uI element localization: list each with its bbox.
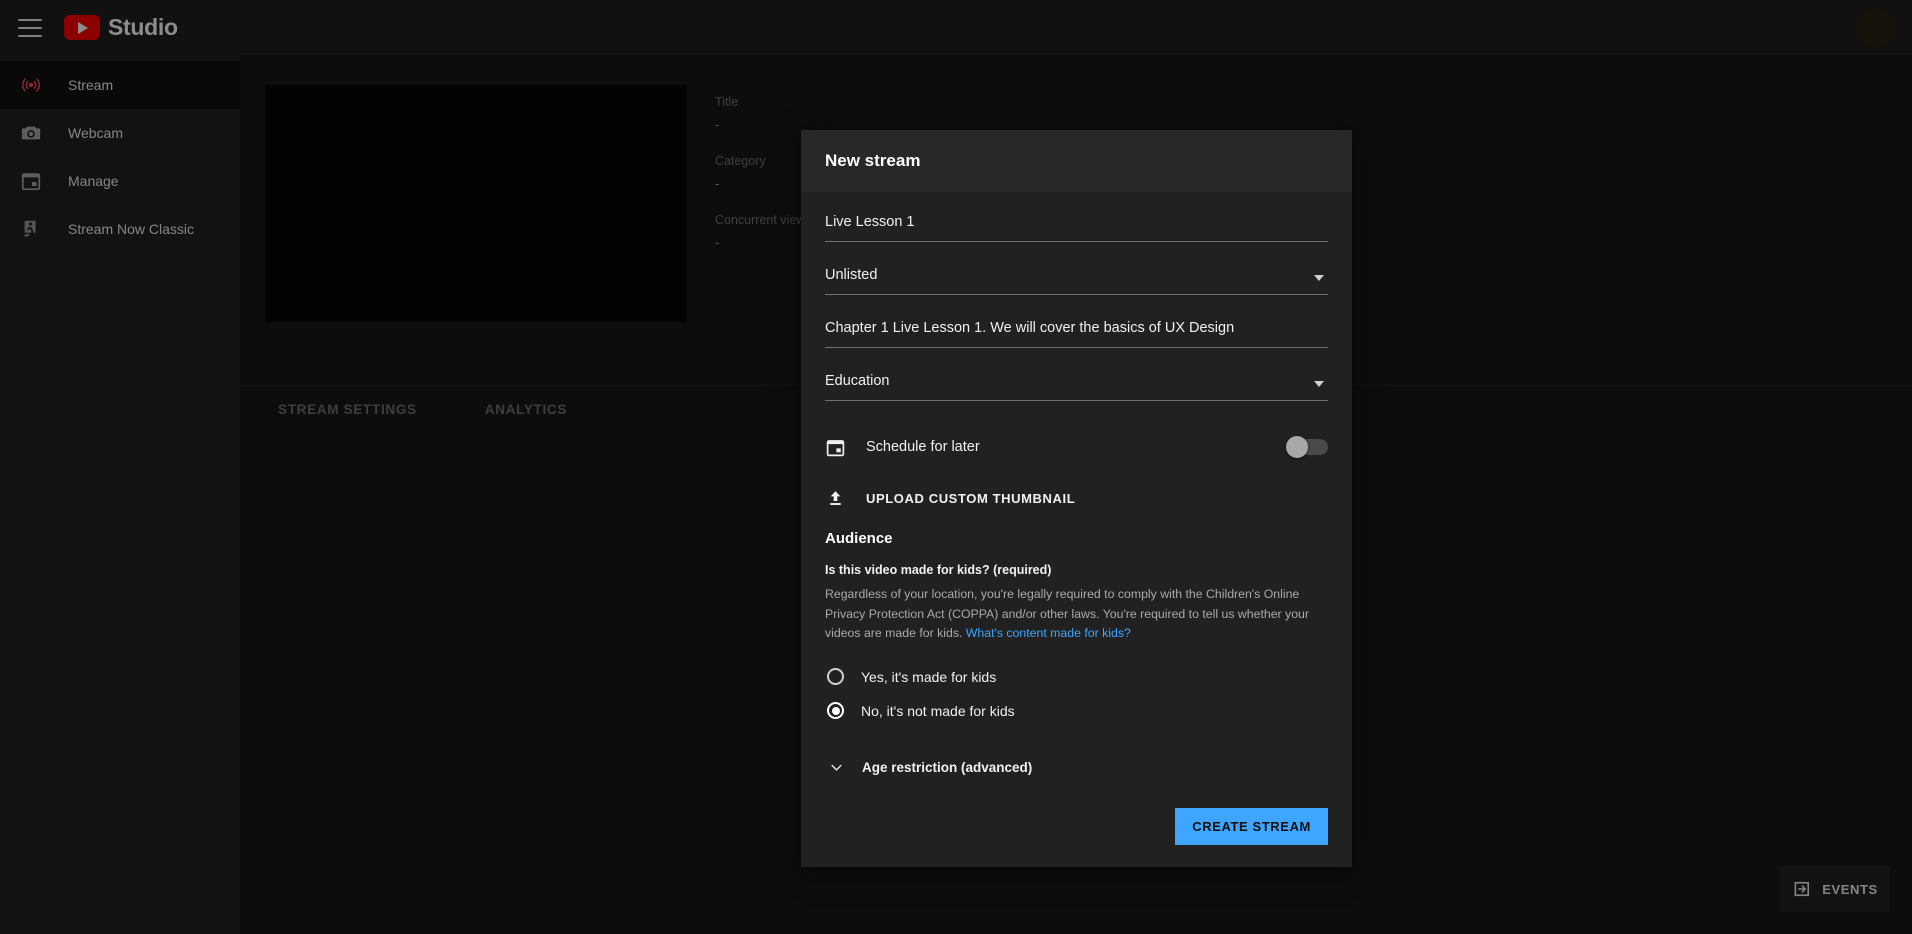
radio-made-for-kids-yes[interactable]: Yes, it's made for kids <box>825 662 1328 692</box>
content-made-for-kids-link[interactable]: What's content made for kids? <box>966 626 1131 640</box>
visibility-select-value[interactable]: Unlisted <box>825 265 1328 285</box>
upload-icon <box>825 488 846 509</box>
radio-label-no: No, it's not made for kids <box>861 702 1015 719</box>
audience-description: Regardless of your location, you're lega… <box>825 585 1328 644</box>
schedule-for-later-row[interactable]: Schedule for later <box>825 424 1328 470</box>
radio-icon-unchecked[interactable] <box>827 668 844 685</box>
create-stream-button[interactable]: CREATE STREAM <box>1175 807 1328 845</box>
category-select-value[interactable]: Education <box>825 371 1328 391</box>
audience-heading: Audience <box>825 530 893 547</box>
upload-custom-thumbnail-label: UPLOAD CUSTOM THUMBNAIL <box>866 490 1076 506</box>
age-restriction-toggle-row[interactable]: Age restriction (advanced) <box>825 746 1328 790</box>
dialog-title: New stream <box>825 151 921 170</box>
calendar-icon <box>825 437 846 458</box>
visibility-field[interactable]: Unlisted <box>825 265 1328 295</box>
radio-made-for-kids-no[interactable]: No, it's not made for kids <box>825 696 1328 726</box>
stream-title-field[interactable]: Live Lesson 1 <box>825 212 1328 242</box>
radio-icon-checked[interactable] <box>827 702 844 719</box>
category-field[interactable]: Education <box>825 371 1328 401</box>
schedule-for-later-label: Schedule for later <box>866 439 980 455</box>
chevron-down-icon[interactable] <box>1314 381 1324 387</box>
description-field[interactable]: Chapter 1 Live Lesson 1. We will cover t… <box>825 318 1328 348</box>
stream-title-input[interactable]: Live Lesson 1 <box>825 212 1328 232</box>
dialog-header: New stream <box>801 130 1352 192</box>
chevron-down-icon[interactable] <box>1314 275 1324 281</box>
radio-label-yes: Yes, it's made for kids <box>861 668 997 685</box>
youtube-studio-app: Studio Stream Webcam Manage Stream Now C… <box>0 0 1912 934</box>
new-stream-dialog: New stream Live Lesson 1 Unlisted Chapte… <box>801 130 1352 867</box>
description-input[interactable]: Chapter 1 Live Lesson 1. We will cover t… <box>825 318 1328 338</box>
dialog-footer: CREATE STREAM <box>801 790 1352 867</box>
audience-question: Is this video made for kids? (required) <box>825 563 1052 577</box>
chevron-down-icon <box>827 758 846 777</box>
age-restriction-label: Age restriction (advanced) <box>862 760 1033 775</box>
toggle-knob <box>1286 436 1308 458</box>
dialog-body: Live Lesson 1 Unlisted Chapter 1 Live Le… <box>801 192 1352 790</box>
upload-custom-thumbnail-button[interactable]: UPLOAD CUSTOM THUMBNAIL <box>825 476 1328 520</box>
schedule-for-later-toggle[interactable] <box>1286 436 1328 458</box>
